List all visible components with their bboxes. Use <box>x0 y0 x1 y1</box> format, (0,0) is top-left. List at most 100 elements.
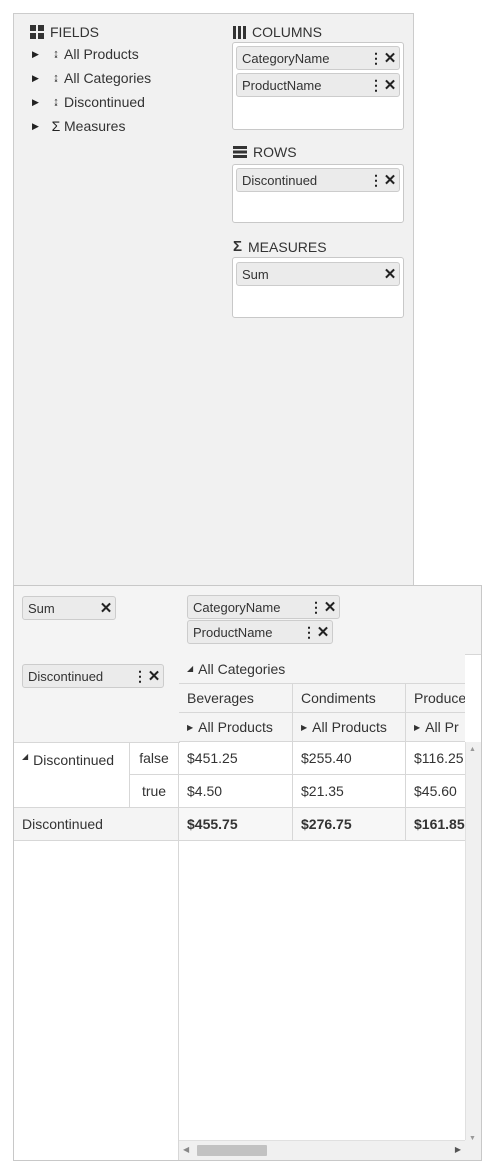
column-header-area: ◢ All Categories Beverages Condiments Pr… <box>179 654 465 742</box>
total-cell: $161.85 <box>406 808 465 841</box>
pivot-measure-chip[interactable]: Sum ✕ <box>22 596 116 620</box>
total-cell: $455.75 <box>179 808 293 841</box>
fields-section-title: FIELDS <box>30 24 99 40</box>
expand-arrow-icon[interactable]: ▶ <box>187 723 193 732</box>
pivot-row-chip-discontinued[interactable]: Discontinued ⋮ ✕ <box>22 664 164 688</box>
chip-label: Sum <box>28 600 55 616</box>
all-products-header[interactable]: ▶ All Products <box>293 713 406 742</box>
row-header-false: false <box>130 742 179 775</box>
data-cell: $4.50 <box>179 775 293 808</box>
grid-icon <box>30 25 44 39</box>
expand-arrow-icon[interactable]: ▶ <box>414 723 420 732</box>
rows-icon <box>233 146 247 158</box>
field-label: Discontinued <box>64 94 145 110</box>
scroll-up-arrow-icon[interactable]: ▲ <box>469 746 476 753</box>
pivot-configurator: FIELDS ▶ ↨ All Products ▶ ↨ All Categori… <box>13 13 414 585</box>
close-icon[interactable]: ✕ <box>314 623 332 641</box>
total-cell: $276.75 <box>293 808 406 841</box>
kebab-menu-icon[interactable]: ⋮ <box>369 173 383 187</box>
data-cell: $45.60 <box>406 775 465 808</box>
header-label: All Products <box>312 719 387 735</box>
all-categories-header[interactable]: ◢ All Categories <box>179 654 465 684</box>
field-label: Measures <box>64 118 126 134</box>
kebab-menu-icon[interactable]: ⋮ <box>302 625 316 639</box>
chip-label: ProductName <box>193 624 273 640</box>
field-all-products[interactable]: ▶ ↨ All Products <box>32 46 139 62</box>
expand-arrow-icon[interactable]: ▶ <box>301 723 307 732</box>
vertical-scrollbar[interactable]: ▲ ▼ <box>465 742 481 1146</box>
category-header: Condiments <box>293 684 406 713</box>
data-cell: $21.35 <box>293 775 406 808</box>
rows-zone: Discontinued ⋮ ✕ <box>14 654 180 743</box>
chip-label: CategoryName <box>242 50 330 66</box>
all-products-header[interactable]: ▶ All Products <box>179 713 293 742</box>
data-cell: $116.25 <box>406 742 465 775</box>
close-icon[interactable]: ✕ <box>145 667 163 685</box>
close-icon[interactable]: ✕ <box>381 76 399 94</box>
expand-arrow-icon[interactable]: ▶ <box>32 49 48 60</box>
rows-drop-area[interactable]: Discontinued ⋮ ✕ <box>232 164 404 223</box>
columns-title: COLUMNS <box>252 24 323 40</box>
row-header-true: true <box>130 775 179 808</box>
chip-label: Discontinued <box>28 668 104 684</box>
row-header-empty-area <box>14 841 179 1160</box>
expand-arrow-icon[interactable]: ▶ <box>32 121 48 132</box>
all-products-header[interactable]: ▶ All Pr <box>406 713 465 742</box>
columns-icon <box>233 25 246 39</box>
sigma-icon: Σ <box>51 118 61 134</box>
horizontal-scrollbar[interactable]: ◀ ▶ <box>179 1140 465 1160</box>
data-cell: $255.40 <box>293 742 406 775</box>
chip-label: ProductName <box>242 77 322 93</box>
columns-zone: CategoryName ⋮ ✕ ProductName ⋮ ✕ <box>179 586 481 655</box>
measures-section-title: Σ MEASURES <box>233 238 327 255</box>
chip-label: Discontinued <box>242 172 318 188</box>
close-icon[interactable]: ✕ <box>381 171 399 189</box>
scroll-right-arrow-icon[interactable]: ▶ <box>455 1145 461 1154</box>
pivot-grid: Sum ✕ CategoryName ⋮ ✕ ProductName ⋮ ✕ D… <box>13 585 482 1161</box>
row-total-label: Discontinued <box>14 808 179 841</box>
field-label: All Products <box>64 46 139 62</box>
hierarchy-icon: ↨ <box>53 72 59 84</box>
field-measures[interactable]: ▶ Σ Measures <box>32 118 125 134</box>
close-icon[interactable]: ✕ <box>381 49 399 67</box>
scroll-left-arrow-icon[interactable]: ◀ <box>183 1145 189 1154</box>
header-label: All Pr <box>425 719 459 735</box>
measures-zone: Sum ✕ <box>14 586 180 655</box>
fields-title: FIELDS <box>50 24 100 40</box>
collapse-arrow-icon[interactable]: ◢ <box>187 664 193 673</box>
measures-title: MEASURES <box>248 238 327 255</box>
header-label: All Categories <box>198 660 286 677</box>
pivot-column-chip-productname[interactable]: ProductName ⋮ ✕ <box>187 620 333 644</box>
data-cell: $451.25 <box>179 742 293 775</box>
expand-arrow-icon[interactable]: ▶ <box>32 97 48 108</box>
kebab-menu-icon[interactable]: ⋮ <box>133 669 147 683</box>
row-group-discontinued[interactable]: ◢ Discontinued <box>14 742 130 808</box>
field-discontinued[interactable]: ▶ ↨ Discontinued <box>32 94 145 110</box>
expand-arrow-icon[interactable]: ▶ <box>32 73 48 84</box>
rows-title: ROWS <box>253 144 297 160</box>
field-label: All Categories <box>64 70 152 86</box>
chip-label: CategoryName <box>193 599 281 615</box>
horizontal-scroll-thumb[interactable] <box>197 1145 267 1156</box>
pivot-column-chip-categoryname[interactable]: CategoryName ⋮ ✕ <box>187 595 340 619</box>
kebab-menu-icon[interactable]: ⋮ <box>369 78 383 92</box>
category-header: Produce <box>406 684 465 713</box>
measure-chip-sum[interactable]: Sum ✕ <box>236 262 400 286</box>
collapse-arrow-icon[interactable]: ◢ <box>22 752 28 761</box>
column-chip-productname[interactable]: ProductName ⋮ ✕ <box>236 73 400 97</box>
row-group-label: Discontinued <box>33 752 115 768</box>
header-label: All Products <box>198 719 273 735</box>
close-icon[interactable]: ✕ <box>381 265 399 283</box>
hierarchy-icon: ↨ <box>53 96 59 108</box>
measures-drop-area[interactable]: Sum ✕ <box>232 257 404 318</box>
row-chip-discontinued[interactable]: Discontinued ⋮ ✕ <box>236 168 400 192</box>
field-all-categories[interactable]: ▶ ↨ All Categories <box>32 70 151 86</box>
kebab-menu-icon[interactable]: ⋮ <box>309 600 323 614</box>
close-icon[interactable]: ✕ <box>321 598 339 616</box>
rows-section-title: ROWS <box>233 144 297 160</box>
close-icon[interactable]: ✕ <box>97 599 115 617</box>
column-chip-categoryname[interactable]: CategoryName ⋮ ✕ <box>236 46 400 70</box>
sigma-icon: Σ <box>233 238 243 255</box>
kebab-menu-icon[interactable]: ⋮ <box>369 51 383 65</box>
columns-drop-area[interactable]: CategoryName ⋮ ✕ ProductName ⋮ ✕ <box>232 42 404 130</box>
